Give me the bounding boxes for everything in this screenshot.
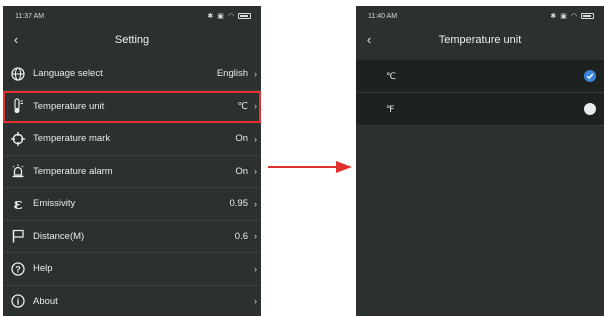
- back-icon[interactable]: ‹: [9, 31, 23, 49]
- unit-option-celsius[interactable]: ℃: [356, 60, 604, 93]
- crosshair-icon: [10, 131, 26, 147]
- wifi-icon: ◠: [570, 13, 577, 20]
- nav-bar: ‹ Setting: [3, 26, 261, 54]
- settings-item-emissivity[interactable]: ε Emissivity 0.95 ›: [3, 188, 261, 221]
- settings-item-label: Distance(M): [33, 230, 85, 242]
- status-icons: ✱ ▣ ◠: [550, 12, 594, 20]
- settings-item-value: ℃: [237, 100, 248, 112]
- status-bar: 11:37 AM ✱ ▣ ◠: [3, 6, 261, 26]
- chevron-right-icon: ›: [254, 198, 257, 209]
- svg-text:i: i: [17, 297, 20, 307]
- flag-icon: [10, 228, 26, 244]
- unit-options-list: ℃ ℉: [356, 60, 604, 126]
- chevron-right-icon: ›: [254, 231, 257, 242]
- back-icon[interactable]: ‹: [362, 31, 376, 49]
- settings-item-about[interactable]: i About ›: [3, 286, 261, 316]
- settings-item-distance[interactable]: Distance(M) 0.6 ›: [3, 221, 261, 253]
- wifi-icon: ◠: [227, 13, 234, 20]
- vibrate-icon: ▣: [560, 13, 567, 20]
- svg-text:?: ?: [15, 264, 21, 274]
- unit-option-fahrenheit[interactable]: ℉: [356, 93, 604, 126]
- epsilon-icon: ε: [13, 194, 23, 213]
- chevron-right-icon: ›: [254, 263, 257, 274]
- status-time: 11:37 AM: [15, 12, 45, 20]
- info-icon: i: [10, 293, 26, 309]
- status-time: 11:40 AM: [368, 12, 398, 20]
- unit-option-label: ℃: [386, 70, 397, 81]
- settings-item-label: Temperature alarm: [33, 165, 113, 177]
- alarm-icon: [10, 163, 26, 179]
- page-title: Temperature unit: [438, 34, 522, 46]
- help-icon: ?: [10, 261, 26, 277]
- bluetooth-icon: ✱: [207, 13, 214, 20]
- settings-item-value: On: [235, 133, 248, 145]
- chevron-right-icon: ›: [254, 68, 257, 79]
- chevron-right-icon: ›: [254, 101, 257, 112]
- chevron-right-icon: ›: [254, 296, 257, 307]
- settings-item-label: Language select: [33, 68, 103, 80]
- thermometer-icon: [10, 98, 26, 114]
- settings-item-temperature-mark[interactable]: Temperature mark On ›: [3, 123, 261, 156]
- temperature-unit-screen: 11:40 AM ✱ ▣ ◠ ‹ Temperature unit ℃ ℉: [356, 6, 604, 316]
- status-bar: 11:40 AM ✱ ▣ ◠: [356, 6, 604, 26]
- settings-item-label: Help: [33, 263, 53, 275]
- settings-item-value: 0.95: [229, 198, 249, 210]
- chevron-right-icon: ›: [254, 166, 257, 177]
- settings-item-temperature-alarm[interactable]: Temperature alarm On ›: [3, 156, 261, 188]
- unit-option-label: ℉: [386, 103, 395, 114]
- battery-icon: [581, 13, 594, 19]
- radio-unchecked-icon[interactable]: [584, 103, 596, 115]
- status-icons: ✱ ▣ ◠: [207, 12, 251, 20]
- settings-item-temperature-unit[interactable]: Temperature unit ℃ ›: [3, 90, 261, 123]
- chevron-right-icon: ›: [254, 133, 257, 144]
- settings-item-value: On: [235, 165, 248, 177]
- nav-bar: ‹ Temperature unit: [356, 26, 604, 54]
- settings-item-value: English: [216, 68, 248, 80]
- settings-item-help[interactable]: ? Help ›: [3, 253, 261, 286]
- arrow-right-icon: [268, 161, 352, 173]
- vibrate-icon: ▣: [217, 13, 224, 20]
- bluetooth-icon: ✱: [550, 13, 557, 20]
- settings-item-label: About: [33, 295, 58, 307]
- settings-item-label: Emissivity: [33, 198, 76, 210]
- settings-item-language[interactable]: Language select English ›: [3, 58, 261, 91]
- radio-checked-icon[interactable]: [584, 70, 596, 82]
- tutorial-figure: 11:37 AM ✱ ▣ ◠ ‹ Setting Language select…: [0, 0, 604, 316]
- settings-screen: 11:37 AM ✱ ▣ ◠ ‹ Setting Language select…: [3, 6, 261, 316]
- settings-item-label: Temperature mark: [33, 133, 111, 145]
- battery-icon: [238, 13, 251, 19]
- globe-icon: [10, 66, 26, 82]
- settings-list: Language select English › Temperature un…: [3, 58, 261, 316]
- settings-item-label: Temperature unit: [33, 100, 105, 112]
- settings-item-value: 0.6: [234, 230, 248, 242]
- page-title: Setting: [114, 34, 150, 46]
